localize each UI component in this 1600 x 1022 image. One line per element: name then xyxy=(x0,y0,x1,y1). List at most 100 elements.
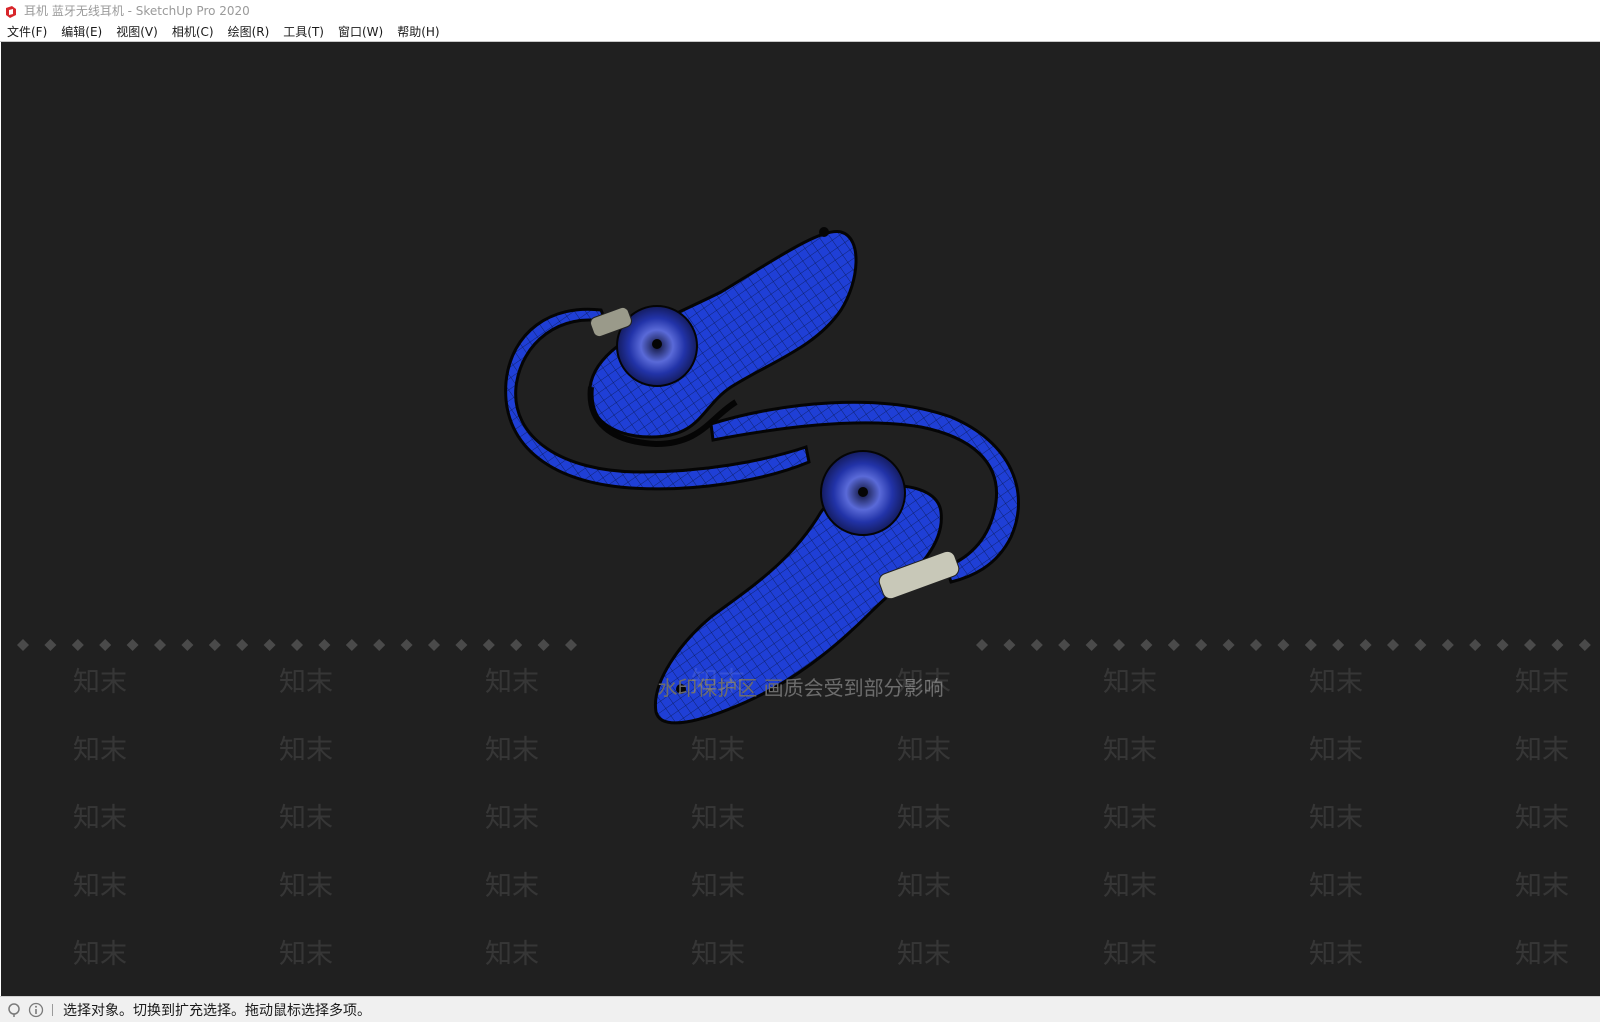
watermark-diamond xyxy=(1250,639,1262,651)
watermark-diamond xyxy=(1578,639,1591,651)
watermark-diamond xyxy=(565,639,577,651)
menu-bar: 文件(F) 编辑(E) 视图(V) 相机(C) 绘图(R) 工具(T) 窗口(W… xyxy=(0,21,1600,42)
watermark-text: 知末 xyxy=(1309,871,1363,902)
watermark-diamond xyxy=(1469,639,1482,651)
watermark-text: 知末 xyxy=(485,667,539,698)
watermark-diamond xyxy=(1524,639,1536,651)
menu-camera[interactable]: 相机(C) xyxy=(165,23,221,40)
watermark-diamond xyxy=(154,639,166,651)
watermark-diamond xyxy=(1359,639,1372,651)
sketchup-app-icon[interactable] xyxy=(4,4,18,18)
watermark-text: 知末 xyxy=(1515,667,1569,698)
watermark-text: 知末 xyxy=(1515,939,1569,970)
watermark-text: 知末 xyxy=(691,871,745,902)
watermark-diamond xyxy=(373,639,386,651)
watermark-diamond xyxy=(71,639,84,651)
watermark-diamond xyxy=(1551,639,1564,651)
watermark-diamond xyxy=(1441,639,1454,651)
watermark-text: 知末 xyxy=(279,667,333,698)
watermark-text: 知末 xyxy=(897,667,951,698)
menu-window[interactable]: 窗口(W) xyxy=(331,23,390,40)
watermark-diamond xyxy=(181,639,194,651)
watermark-text: 知末 xyxy=(73,939,127,970)
watermark-text: 知末 xyxy=(279,871,333,902)
watermark-text: 知末 xyxy=(897,939,951,970)
watermark-diamond xyxy=(1085,639,1098,651)
watermark-diamond xyxy=(976,639,988,651)
watermark-text: 知末 xyxy=(73,667,127,698)
sketchup-window: 耳机 蓝牙无线耳机 - SketchUp Pro 2020 文件(F) 编辑(E… xyxy=(0,0,1600,1022)
watermark-diamond xyxy=(1414,639,1427,651)
watermark-text: 知末 xyxy=(1103,667,1157,698)
watermark-text: 知末 xyxy=(1103,803,1157,834)
status-separator xyxy=(52,1004,53,1016)
watermark-diamond xyxy=(17,639,29,651)
watermark-text: 知末 xyxy=(279,735,333,766)
watermark-diamond xyxy=(1387,639,1399,651)
watermark-diamond xyxy=(44,639,57,651)
watermark-diamond xyxy=(1304,639,1317,651)
status-bar: 选择对象。切换到扩充选择。拖动鼠标选择多项。 xyxy=(0,996,1600,1022)
watermark-text: 知末 xyxy=(1103,735,1157,766)
watermark-text: 知末 xyxy=(73,871,127,902)
geo-location-icon[interactable] xyxy=(6,1002,22,1018)
watermark-text: 知末 xyxy=(1103,871,1157,902)
watermark-diamond xyxy=(345,639,358,651)
watermark-diamond xyxy=(537,639,550,651)
window-title: 耳机 蓝牙无线耳机 - SketchUp Pro 2020 xyxy=(24,4,250,18)
watermark-diamond xyxy=(236,639,249,651)
watermark-diamond xyxy=(1332,639,1345,651)
watermark-text: 知末 xyxy=(1103,939,1157,970)
watermark-text: 知末 xyxy=(1309,735,1363,766)
watermark-diamond xyxy=(318,639,331,651)
model-render xyxy=(17,227,1591,725)
watermark-diamond xyxy=(510,639,523,651)
watermark-text: 知末 xyxy=(691,735,745,766)
menu-edit[interactable]: 编辑(E) xyxy=(54,23,109,40)
watermark-text: 知末 xyxy=(1515,803,1569,834)
title-bar: 耳机 蓝牙无线耳机 - SketchUp Pro 2020 xyxy=(0,0,1600,21)
watermark-text: 知末 xyxy=(897,871,951,902)
watermark-diamond xyxy=(126,639,139,651)
watermark-text: 知末 xyxy=(485,803,539,834)
menu-help[interactable]: 帮助(H) xyxy=(390,23,446,40)
watermark-diamond xyxy=(428,639,440,651)
earpiece-upper xyxy=(504,227,858,491)
watermark-text: 知末 xyxy=(1309,939,1363,970)
info-icon[interactable] xyxy=(28,1002,44,1018)
menu-view[interactable]: 视图(V) xyxy=(109,23,165,40)
watermark-text: 知末 xyxy=(691,939,745,970)
menu-draw[interactable]: 绘图(R) xyxy=(221,23,277,40)
watermark-diamond xyxy=(1167,639,1180,651)
watermark-text: 知末 xyxy=(73,735,127,766)
watermark-text: 知末 xyxy=(1309,667,1363,698)
watermark-text: 知末 xyxy=(897,803,951,834)
watermark-diamond xyxy=(263,639,276,651)
watermark-diamond xyxy=(482,639,495,651)
status-message: 选择对象。切换到扩充选择。拖动鼠标选择多项。 xyxy=(63,1003,371,1019)
watermark-text: 知末 xyxy=(691,803,745,834)
watermark-text: 知末 xyxy=(485,735,539,766)
watermark-diamond xyxy=(1003,639,1016,651)
watermark-text: 知末 xyxy=(1515,871,1569,902)
watermark-diamond xyxy=(99,639,112,651)
watermark-diamond xyxy=(1222,639,1235,651)
watermark-diamond xyxy=(208,639,221,651)
watermark-diamond xyxy=(1030,639,1043,651)
watermark-diamond xyxy=(1140,639,1153,651)
watermark-diamond xyxy=(1277,639,1290,651)
watermark-text: 知末 xyxy=(1309,803,1363,834)
watermark-diamond xyxy=(1113,639,1125,651)
watermark-diamond xyxy=(1058,639,1071,651)
menu-tools[interactable]: 工具(T) xyxy=(276,23,331,40)
watermark-text: 知末 xyxy=(897,735,951,766)
watermark-diamond xyxy=(1195,639,1208,651)
menu-file[interactable]: 文件(F) xyxy=(0,23,54,40)
watermark-diamond xyxy=(400,639,413,651)
watermark-diamond xyxy=(455,639,468,651)
watermark-text: 知末 xyxy=(1515,735,1569,766)
drawing-viewport[interactable]: 水印保护区 画质会受到部分影响 知末 知末 知末 知末 知末 知末 知末 知末 知末 知末 知末 知末… xyxy=(1,42,1600,996)
watermark-text: 知末 xyxy=(279,803,333,834)
watermark-text: 知末 xyxy=(691,667,745,698)
watermark-text: 知末 xyxy=(279,939,333,970)
